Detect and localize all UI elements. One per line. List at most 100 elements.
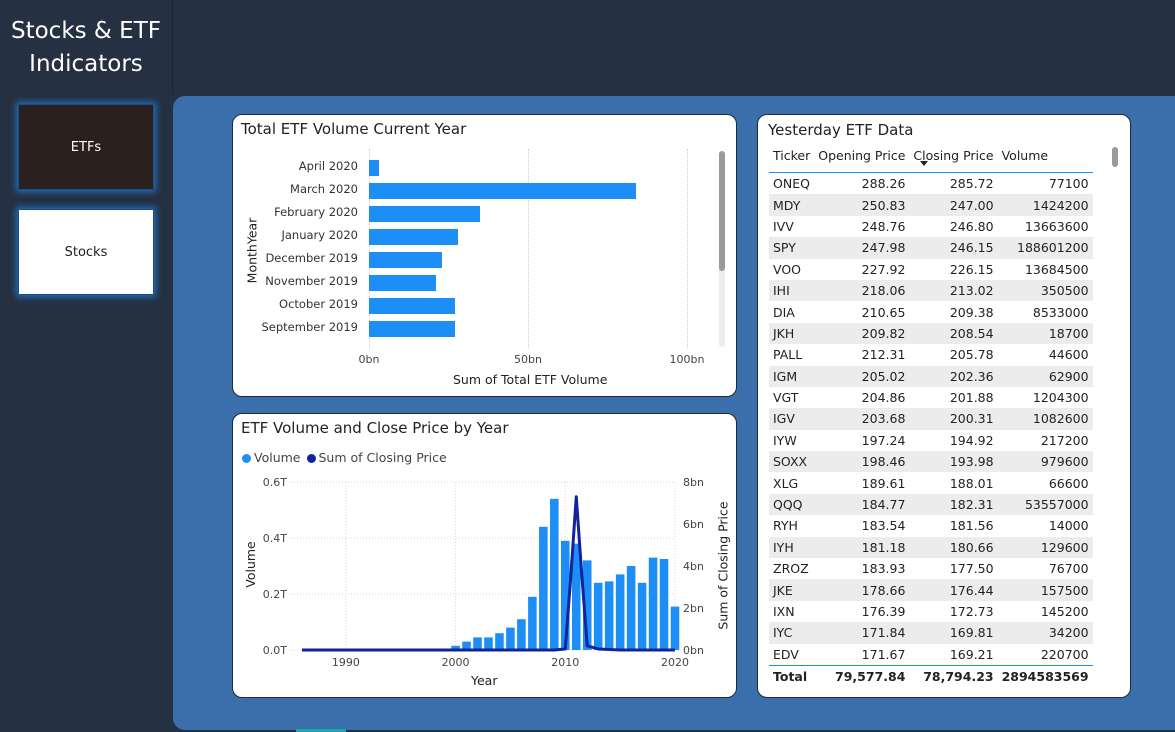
table-row[interactable]: MDY 250.83 247.00 1424200 bbox=[769, 194, 1093, 216]
volume-bar[interactable] bbox=[495, 633, 504, 650]
cell-volume: 44600 bbox=[1048, 347, 1089, 363]
col-header-ticker[interactable]: Ticker bbox=[769, 145, 814, 173]
bar[interactable] bbox=[369, 321, 455, 337]
x-tick-label: 1990 bbox=[332, 656, 360, 669]
cell-volume: 13684500 bbox=[1024, 261, 1089, 277]
x-tick-label: 50bn bbox=[514, 353, 542, 366]
table-row[interactable]: IVV 248.76 246.80 13663600 bbox=[769, 216, 1093, 237]
cell-opening: 247.98 bbox=[814, 237, 910, 259]
col-header-closing[interactable]: Closing Price bbox=[909, 145, 997, 173]
bar[interactable] bbox=[369, 183, 637, 199]
table-row[interactable]: QQQ 184.77 182.31 53557000 bbox=[769, 493, 1093, 516]
cell-volume: 34200 bbox=[997, 622, 1093, 644]
cell-closing: 226.15 bbox=[949, 261, 994, 277]
volume-bar[interactable] bbox=[528, 596, 537, 650]
cell-opening: 248.76 bbox=[861, 218, 906, 234]
total-opening: 79,577.84 bbox=[814, 664, 910, 688]
cell-opening: 198.46 bbox=[814, 451, 910, 473]
cell-ticker: XLG bbox=[773, 475, 799, 491]
volume-bar[interactable] bbox=[637, 582, 647, 650]
table-row[interactable]: IYH 181.18 180.66 129600 bbox=[769, 536, 1093, 559]
volume-bar[interactable] bbox=[626, 566, 636, 650]
table-row[interactable]: RYH 183.54 181.56 14000 bbox=[769, 515, 1093, 536]
cell-volume: 62900 bbox=[997, 365, 1093, 387]
bar[interactable] bbox=[369, 275, 436, 291]
volume-bar[interactable] bbox=[615, 574, 625, 650]
cell-ticker: EDV bbox=[773, 646, 799, 662]
cell-opening: 184.77 bbox=[814, 493, 910, 516]
cell-opening: 212.31 bbox=[861, 347, 906, 363]
volume-chart-xlabel: Sum of Total ETF Volume bbox=[453, 372, 608, 387]
table-row[interactable]: JKE 178.66 176.44 157500 bbox=[769, 579, 1093, 601]
volume-bar[interactable] bbox=[506, 627, 515, 650]
volume-bar[interactable] bbox=[604, 581, 614, 650]
cell-volume: 145200 bbox=[1040, 604, 1089, 619]
table-scroll-thumb[interactable] bbox=[1112, 147, 1118, 167]
x-tick-label: 2000 bbox=[442, 656, 470, 669]
bar[interactable] bbox=[369, 160, 379, 176]
table-row[interactable]: VOO 227.92 226.15 13684500 bbox=[769, 259, 1093, 280]
etf-volume-current-year-card: Total ETF Volume Current Year April 2020… bbox=[232, 114, 737, 397]
table-row[interactable]: ONEQ 288.26 285.72 77100 bbox=[769, 173, 1093, 195]
table-row[interactable]: IXN 176.39 172.73 145200 bbox=[769, 601, 1093, 622]
table-row[interactable]: PALL 212.31 205.78 44600 bbox=[769, 344, 1093, 365]
cell-closing: 201.88 bbox=[949, 390, 994, 406]
cell-ticker: IGV bbox=[769, 408, 815, 430]
table-row[interactable]: SOXX 198.46 193.98 979600 bbox=[769, 451, 1093, 473]
volume-bar[interactable] bbox=[670, 606, 680, 650]
cell-opening: 210.65 bbox=[861, 304, 906, 320]
table-row[interactable]: JKH 209.82 208.54 18700 bbox=[769, 322, 1093, 345]
bar-category-label: December 2019 bbox=[265, 251, 358, 265]
cell-ticker: IHI bbox=[769, 279, 815, 302]
total-volume: 2894583569 bbox=[997, 664, 1093, 688]
table-row[interactable]: IGV 203.68 200.31 1082600 bbox=[769, 408, 1093, 430]
cell-opening: 250.83 bbox=[814, 194, 910, 216]
volume-bar[interactable] bbox=[659, 559, 669, 650]
gridline bbox=[369, 149, 370, 349]
table-row[interactable]: IYC 171.84 169.81 34200 bbox=[769, 622, 1093, 644]
cell-closing: 213.02 bbox=[909, 279, 998, 302]
y-tick-label: 0.2T bbox=[263, 588, 287, 601]
cell-ticker: SPY bbox=[769, 237, 815, 259]
cell-opening: 178.66 bbox=[814, 579, 910, 601]
col-header-volume[interactable]: Volume bbox=[998, 145, 1093, 173]
table-row[interactable]: IYW 197.24 194.92 217200 bbox=[769, 430, 1093, 451]
cell-ticker: ONEQ bbox=[773, 176, 810, 192]
bar[interactable] bbox=[369, 229, 459, 245]
table-row[interactable]: ZROZ 183.93 177.50 76700 bbox=[769, 558, 1093, 579]
volume-bar[interactable] bbox=[517, 619, 526, 650]
table-row[interactable]: EDV 171.67 169.21 220700 bbox=[769, 644, 1093, 666]
cell-ticker: JKE bbox=[769, 579, 815, 601]
table-row[interactable]: VGT 204.86 201.88 1204300 bbox=[769, 387, 1093, 408]
gridline bbox=[528, 149, 529, 349]
stocks-nav-button[interactable]: Stocks bbox=[18, 209, 154, 295]
bar[interactable] bbox=[369, 252, 443, 268]
yesterday-etf-data-card: Yesterday ETF Data Ticker Opening Price … bbox=[757, 114, 1131, 698]
bar[interactable] bbox=[369, 298, 455, 314]
cell-ticker: JKH bbox=[769, 322, 815, 345]
y2-tick-label: 2bn bbox=[683, 602, 704, 615]
volume-bar[interactable] bbox=[484, 637, 493, 650]
cell-opening: 204.86 bbox=[861, 390, 906, 406]
bar[interactable] bbox=[369, 206, 481, 222]
y-tick-label: 0.0T bbox=[263, 644, 287, 657]
volume-bar[interactable] bbox=[539, 526, 548, 650]
etfs-nav-button[interactable]: ETFs bbox=[18, 104, 154, 190]
table-row[interactable]: IHI 218.06 213.02 350500 bbox=[769, 279, 1093, 302]
col-header-opening[interactable]: Opening Price bbox=[814, 145, 909, 173]
table-row[interactable]: DIA 210.65 209.38 8533000 bbox=[769, 301, 1093, 322]
cell-volume: 979600 bbox=[997, 451, 1093, 473]
cell-ticker: IGM bbox=[769, 365, 815, 387]
cell-ticker: IYC bbox=[769, 622, 815, 644]
volume-bar[interactable] bbox=[473, 637, 482, 650]
bar-category-label: April 2020 bbox=[298, 159, 358, 173]
table-body: ONEQ 288.26 285.72 77100 MDY 250.83 247.00 1424… bbox=[769, 173, 1093, 666]
table-row[interactable]: SPY 247.98 246.15 188601200 bbox=[769, 237, 1093, 259]
volume-bar[interactable] bbox=[550, 498, 559, 650]
volume-bar[interactable] bbox=[648, 557, 658, 650]
volume-chart-scroll-thumb[interactable] bbox=[719, 151, 725, 271]
bar-category-label: September 2019 bbox=[261, 320, 359, 334]
table-row[interactable]: IGM 205.02 202.36 62900 bbox=[769, 365, 1093, 387]
volume-bar[interactable] bbox=[593, 582, 603, 650]
table-row[interactable]: XLG 189.61 188.01 66600 bbox=[769, 472, 1093, 493]
